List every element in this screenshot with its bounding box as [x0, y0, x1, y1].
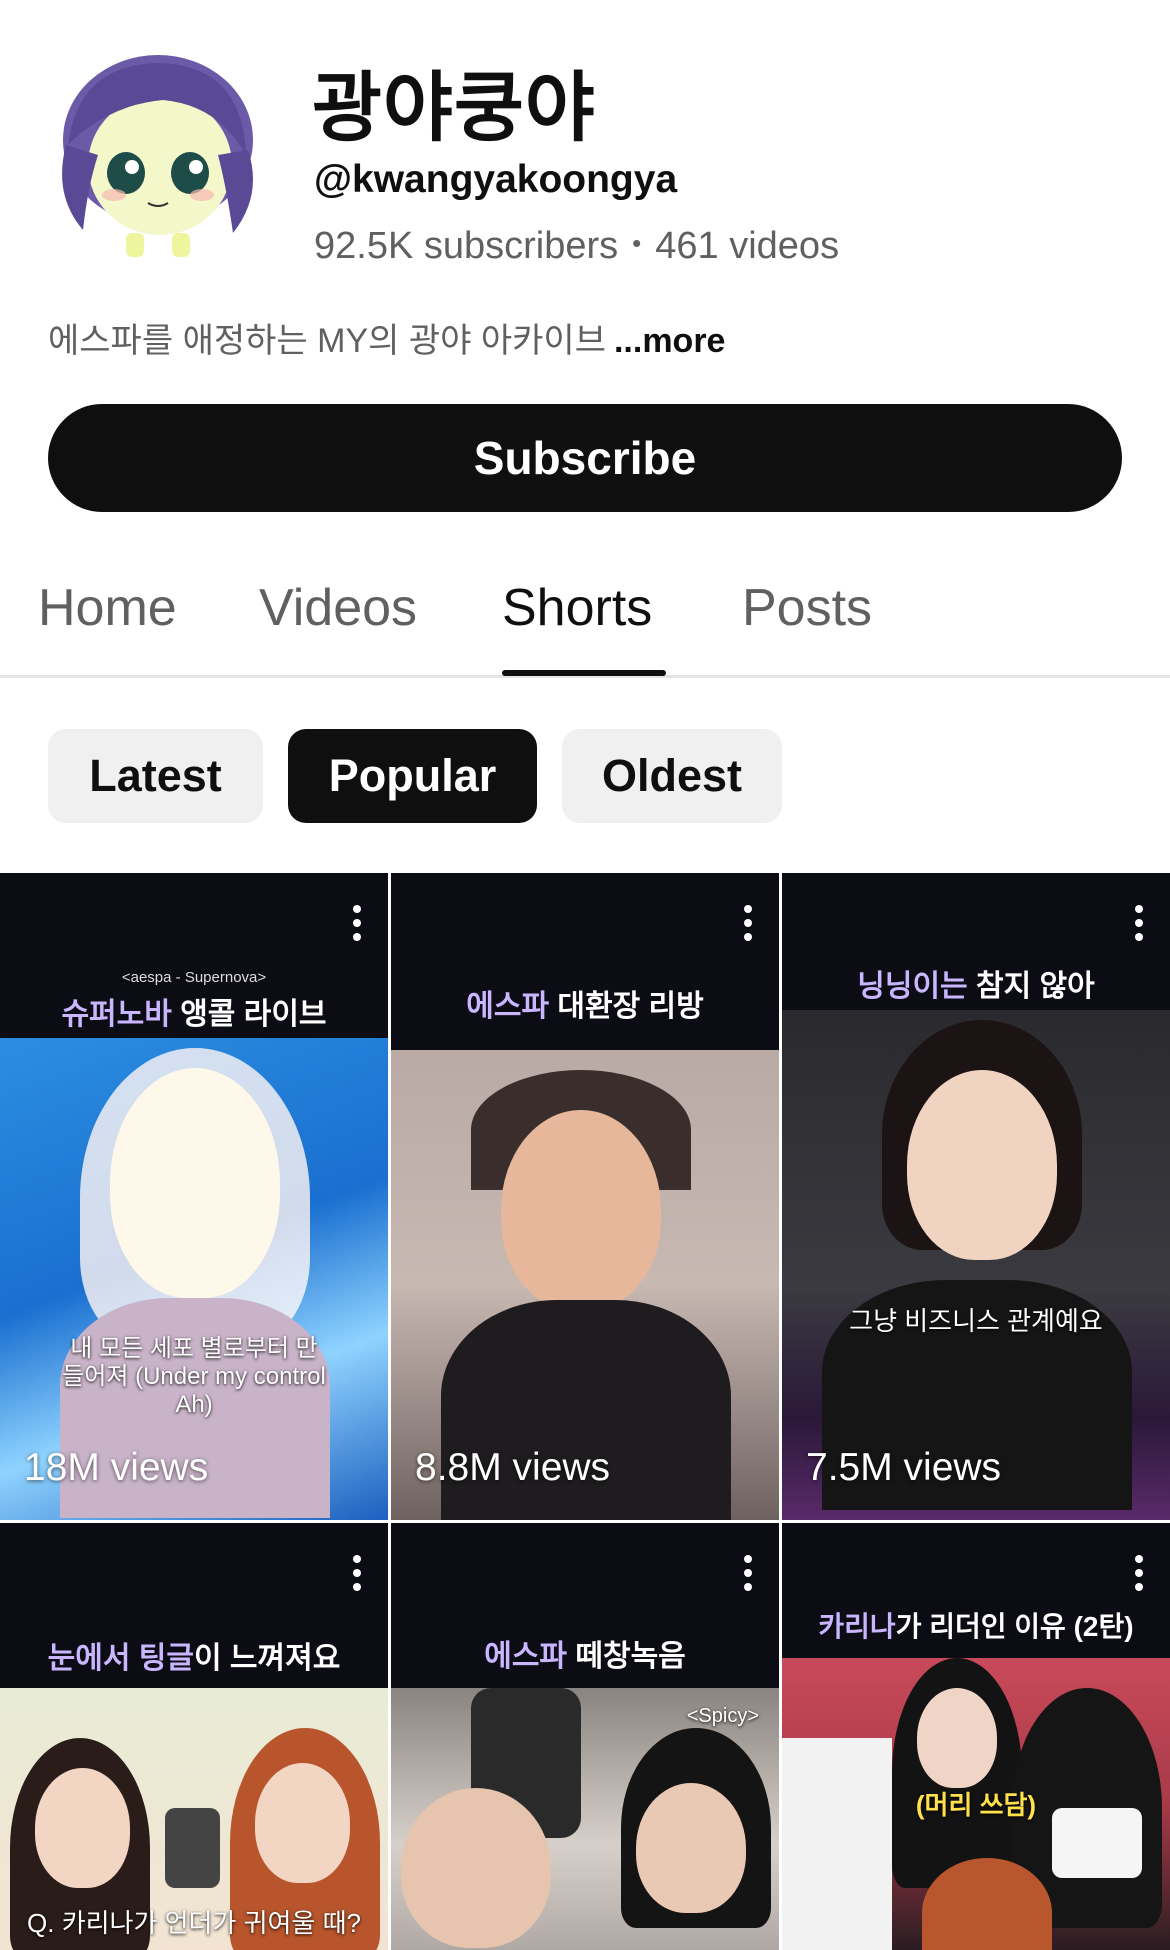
tab-home[interactable]: Home: [38, 578, 177, 638]
chip-oldest[interactable]: Oldest: [562, 729, 782, 823]
short-overlay-text: <Spicy>: [686, 1705, 759, 1727]
view-count: 18M views: [24, 1446, 209, 1489]
short-overlay-text: 내 모든 세포 별로부터 만들어져 (Under my control Ah): [62, 1335, 326, 1418]
caption-highlight: 카리나: [818, 1611, 896, 1642]
video-count: 461 videos: [655, 225, 840, 267]
short-subtitle: <aespa - Supernova>: [121, 969, 267, 986]
more-options-icon[interactable]: [1134, 1555, 1144, 1595]
caption-text: 가 리더인 이유 (2탄): [895, 1611, 1134, 1642]
short-card[interactable]: 에스파 떼창녹음 <Spicy>: [391, 1523, 779, 1950]
channel-header: 광야쿵야 @kwangyakoongya 92.5K subscribers • 4…: [0, 0, 1170, 300]
more-options-icon[interactable]: [352, 1555, 362, 1595]
channel-tabs: Home Videos Shorts Posts: [0, 560, 1170, 678]
short-card[interactable]: 카리나가 리더인 이유 (2탄) (머리 쓰담): [782, 1523, 1170, 1950]
caption-text: 떼창녹음: [567, 1640, 686, 1673]
active-tab-indicator: [502, 670, 666, 676]
channel-stats: 92.5K subscribers • 461 videos: [314, 225, 839, 268]
short-card[interactable]: <aespa - Supernova> 슈퍼노바 앵콜 라이브 내 모든 세포 …: [0, 873, 388, 1520]
chip-latest[interactable]: Latest: [48, 729, 263, 823]
short-caption: 닝닝이는 참지 않아: [782, 961, 1170, 1005]
short-thumbnail: [782, 1010, 1170, 1520]
caption-highlight: 닝닝이는: [857, 970, 968, 1003]
tab-videos[interactable]: Videos: [259, 578, 417, 638]
more-options-icon[interactable]: [743, 1555, 753, 1595]
channel-description[interactable]: 에스파를 애정하는 MY의 광야 아카이브 ...more: [48, 313, 725, 362]
chip-popular[interactable]: Popular: [288, 729, 537, 823]
tab-shorts[interactable]: Shorts: [502, 578, 652, 638]
channel-avatar[interactable]: [48, 45, 268, 270]
channel-handle: @kwangyakoongya: [314, 158, 678, 201]
short-overlay-text: (머리 쓰담): [915, 1790, 1037, 1820]
description-text: 에스파를 애정하는 MY의 광야 아카이브: [48, 322, 606, 360]
more-options-icon[interactable]: [352, 905, 362, 945]
short-caption: 눈에서 팅글이 느껴져요: [0, 1633, 388, 1677]
caption-text: 대환장 리방: [549, 990, 704, 1023]
caption-highlight: 에스파: [466, 990, 550, 1023]
caption-text: 참지 않아: [967, 970, 1095, 1003]
channel-name: 광야쿵야: [312, 66, 596, 151]
more-options-icon[interactable]: [743, 905, 753, 945]
view-count: 7.5M views: [806, 1446, 1002, 1489]
short-card[interactable]: 닝닝이는 참지 않아 그냥 비즈니스 관계예요 7.5M views: [782, 873, 1170, 1520]
caption-highlight: 슈퍼노바: [61, 998, 172, 1031]
short-card[interactable]: 눈에서 팅글이 느껴져요 Q. 카리나가 언더가 귀여울 때?: [0, 1523, 388, 1950]
stats-separator: •: [632, 228, 642, 258]
caption-text: 이 느껴져요: [194, 1642, 341, 1675]
short-caption: 카리나가 리더인 이유 (2탄): [782, 1605, 1170, 1645]
short-card[interactable]: 에스파 대환장 리방 8.8M views: [391, 873, 779, 1520]
shorts-grid: <aespa - Supernova> 슈퍼노바 앵콜 라이브 내 모든 세포 …: [0, 873, 1170, 1950]
caption-text: 앵콜 라이브: [171, 998, 327, 1031]
short-caption: 슈퍼노바 앵콜 라이브: [0, 989, 388, 1033]
caption-highlight: 눈에서 팅글: [47, 1642, 194, 1675]
short-caption: 에스파 떼창녹음: [391, 1631, 779, 1675]
more-link[interactable]: ...more: [614, 322, 725, 360]
short-overlay-text: 그냥 비즈니스 관계예요: [849, 1306, 1103, 1336]
view-count: 8.8M views: [415, 1446, 611, 1489]
subscriber-count: 92.5K subscribers: [314, 225, 619, 267]
short-overlay-text: Q. 카리나가 언더가 귀여울 때?: [27, 1908, 361, 1938]
more-options-icon[interactable]: [1134, 905, 1144, 945]
short-caption: 에스파 대환장 리방: [391, 981, 779, 1025]
subscribe-button[interactable]: Subscribe: [48, 404, 1122, 512]
caption-highlight: 에스파: [484, 1640, 568, 1673]
tab-posts[interactable]: Posts: [742, 578, 872, 638]
